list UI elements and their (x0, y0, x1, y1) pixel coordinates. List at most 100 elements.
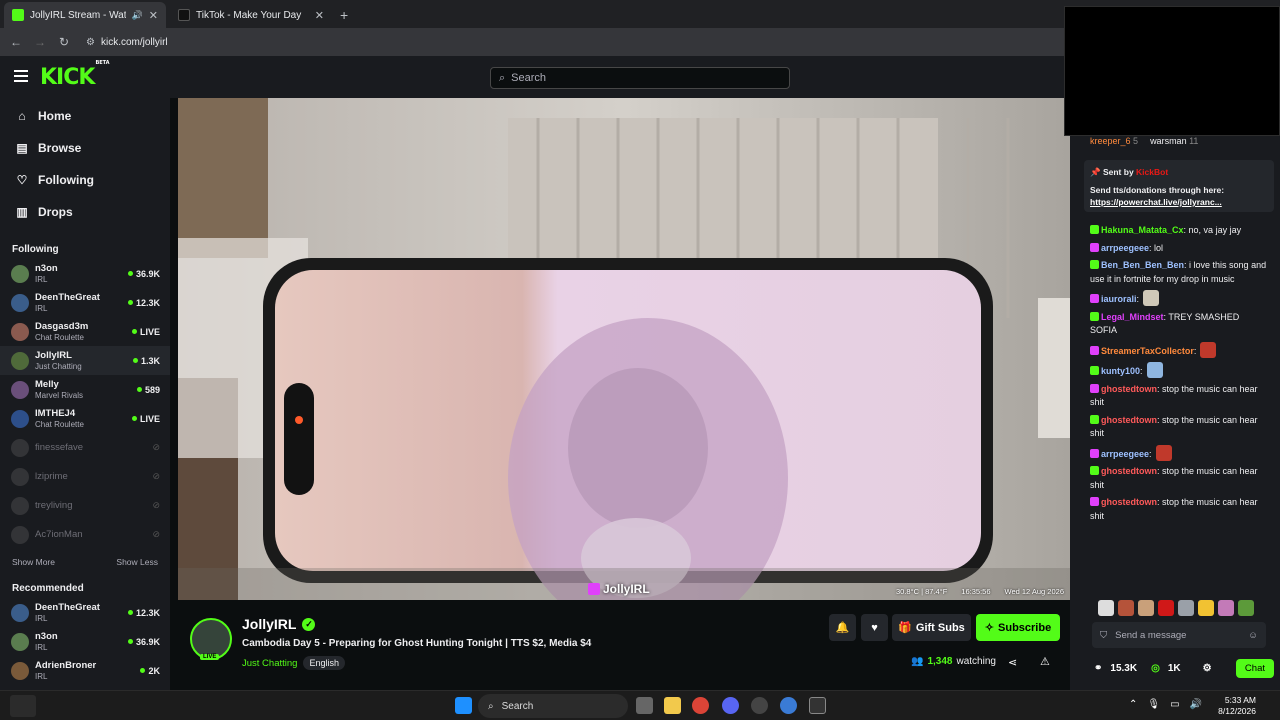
chrome-active-icon[interactable] (780, 697, 797, 714)
steam-icon[interactable] (751, 697, 768, 714)
emote-icon[interactable] (1158, 600, 1174, 616)
chat-username[interactable]: ghostedtown (1101, 466, 1157, 476)
chat-username[interactable]: iaurorali (1101, 294, 1137, 304)
chat-message[interactable]: ghostedtown: stop the music can hear shi… (1090, 496, 1268, 523)
sidebar-channel[interactable]: n3on IRL 36.9K (0, 627, 170, 656)
chat-username[interactable]: ghostedtown (1101, 497, 1157, 507)
leaderboard-entry[interactable]: kreeper_6 5 (1090, 136, 1138, 146)
chat-username[interactable]: arrpeegeee (1101, 449, 1149, 459)
start-icon[interactable] (455, 697, 472, 714)
emote-icon[interactable] (1238, 600, 1254, 616)
sidebar-item-drops[interactable]: ▥ Drops (0, 196, 170, 228)
menu-icon[interactable] (14, 70, 28, 82)
chat-username[interactable]: ghostedtown (1101, 415, 1157, 425)
mic-icon[interactable]: 🎙 (1147, 699, 1160, 710)
streamer-name[interactable]: JollyIRL ✓ (242, 616, 316, 632)
emoji-icon[interactable]: ☺ (1248, 630, 1258, 641)
sidebar-channel[interactable]: AdrienBroner IRL 2K (0, 656, 170, 685)
chat-username[interactable]: ghostedtown (1101, 384, 1157, 394)
sidebar-channel[interactable]: DeenTheGreat IRL 12.3K (0, 598, 170, 627)
sidebar-channel[interactable]: JollyIRL Just Chatting 1.3K (0, 346, 170, 375)
chat-message[interactable]: ghostedtown: stop the music can hear shi… (1090, 383, 1268, 410)
chat-username[interactable]: Legal_Mindset (1101, 312, 1164, 322)
taskbar-search[interactable]: ⌕ Search (478, 694, 628, 718)
chat-message[interactable]: Legal_Mindset: TREY SMASHED SOFIA (1090, 311, 1268, 338)
close-tab-icon[interactable]: ✕ (315, 9, 324, 22)
chat-message[interactable]: Hakuna_Matata_Cx: no, va jay jay (1090, 224, 1268, 238)
sidebar-channel[interactable]: IMTHEJ4 Chat Roulette LIVE (0, 404, 170, 433)
share-icon[interactable]: ⋖ (1008, 656, 1017, 669)
tab-tiktok[interactable]: TikTok - Make Your Day ✕ (170, 2, 332, 28)
chat-username[interactable]: kunty100 (1101, 366, 1140, 376)
picture-in-picture-window[interactable] (1064, 6, 1280, 136)
sidebar-item-browse[interactable]: ▤ Browse (0, 132, 170, 164)
emote-icon[interactable] (1178, 600, 1194, 616)
chat-message[interactable]: kunty100: (1090, 362, 1268, 379)
chat-text: : (1193, 345, 1197, 356)
chat-username[interactable]: Ben_Ben_Ben_Ben (1101, 260, 1184, 270)
chat-message[interactable]: StreamerTaxCollector: (1090, 341, 1268, 359)
sidebar-channel[interactable]: DeenTheGreat IRL 12.3K (0, 288, 170, 317)
sidebar-channel[interactable]: Melly Marvel Rivals 589 (0, 375, 170, 404)
sidebar-channel[interactable]: Dasgasd3m Chat Roulette LIVE (0, 317, 170, 346)
sidebar-channel[interactable]: treyliving ⊘ (0, 491, 170, 520)
emote-icon[interactable] (1198, 600, 1214, 616)
tab-jollyirl[interactable]: JollyIRL Stream - Watch Live 🔊 ✕ (4, 2, 166, 28)
app-icon[interactable] (809, 697, 826, 714)
leaderboard-entry[interactable]: warsman 11 (1150, 136, 1198, 146)
sidebar-item-home[interactable]: ⌂ Home (0, 100, 170, 132)
show-more-link[interactable]: Show More (12, 557, 55, 567)
emote-icon[interactable] (1098, 600, 1114, 616)
url-field[interactable]: ⚙ kick.com/jollyirl (86, 37, 168, 48)
file-explorer-icon[interactable] (664, 697, 681, 714)
emote-icon[interactable] (1218, 600, 1234, 616)
language-tag[interactable]: English (303, 656, 345, 670)
task-view-icon[interactable] (636, 697, 653, 714)
search-input[interactable]: ⌕ Search (490, 67, 790, 89)
sidebar-item-following[interactable]: ♡ Following (0, 164, 170, 196)
sidebar-channel[interactable]: lziprime ⊘ (0, 462, 170, 491)
show-less-link[interactable]: Show Less (116, 557, 158, 567)
chat-message[interactable]: arrpeegeee: (1090, 444, 1268, 462)
chat-message[interactable]: Ben_Ben_Ben_Ben: i love this song and us… (1090, 259, 1268, 286)
pinned-message[interactable]: 📌 Sent by KickBot Send tts/donations thr… (1084, 160, 1274, 212)
report-icon[interactable]: ⚠ (1040, 655, 1050, 668)
chrome-icon[interactable] (692, 697, 709, 714)
taskbar-clock[interactable]: 5:33 AM 8/12/2026 (1218, 695, 1256, 717)
sidebar-channel[interactable]: n3on IRL 36.9K (0, 259, 170, 288)
chat-message[interactable]: iaurorali: (1090, 290, 1268, 307)
notification-bell-button[interactable]: 🔔 (829, 614, 856, 641)
sidebar-channel[interactable]: finessefave ⊘ (0, 433, 170, 462)
discord-icon[interactable] (722, 697, 739, 714)
chat-username[interactable]: StreamerTaxCollector (1101, 346, 1194, 356)
chat-message[interactable]: arrpeegeee: lol (1090, 242, 1268, 256)
video-player[interactable]: JollyIRL 30.8°C | 87.4°F 16:35:56 Wed 12… (178, 98, 1070, 600)
speaker-icon[interactable]: 🔊 (132, 10, 143, 21)
chat-message-input[interactable]: ⛉ Send a message ☺ (1092, 622, 1266, 648)
chat-send-button[interactable]: Chat (1235, 659, 1274, 678)
back-icon[interactable]: ← (4, 35, 28, 49)
follow-button[interactable]: ♥ (861, 614, 888, 641)
chat-username[interactable]: arrpeegeee (1101, 243, 1149, 253)
subscribe-button[interactable]: ✧ Subscribe (976, 614, 1060, 641)
tray-chevron-icon[interactable]: ⌃ (1129, 699, 1137, 710)
chat-message[interactable]: ghostedtown: stop the music can hear shi… (1090, 465, 1268, 492)
site-info-icon[interactable]: ⚙ (86, 37, 95, 48)
gift-subs-button[interactable]: 🎁 Gift Subs (892, 614, 971, 641)
pinned-link[interactable]: https://powerchat.live/jollyranc... (1090, 196, 1268, 208)
reload-icon[interactable]: ↻ (52, 35, 76, 49)
kick-logo[interactable]: KICKBETA (40, 60, 110, 90)
chat-username[interactable]: Hakuna_Matata_Cx (1101, 225, 1184, 235)
network-icon[interactable]: ▭ (1170, 699, 1179, 710)
settings-gear-icon[interactable]: ⚙ (1203, 663, 1212, 674)
emote-icon[interactable] (1118, 600, 1134, 616)
volume-icon[interactable]: 🔊 (1190, 699, 1202, 710)
new-tab-icon[interactable]: + (340, 2, 348, 28)
sidebar-channel[interactable]: Ac7ionMan ⊘ (0, 520, 170, 549)
forward-icon[interactable]: → (28, 35, 52, 49)
emote-icon[interactable] (1138, 600, 1154, 616)
widgets-icon[interactable] (10, 695, 36, 717)
category-link[interactable]: Just Chatting (242, 658, 297, 669)
close-tab-icon[interactable]: ✕ (149, 9, 158, 22)
chat-message[interactable]: ghostedtown: stop the music can hear shi… (1090, 414, 1268, 441)
